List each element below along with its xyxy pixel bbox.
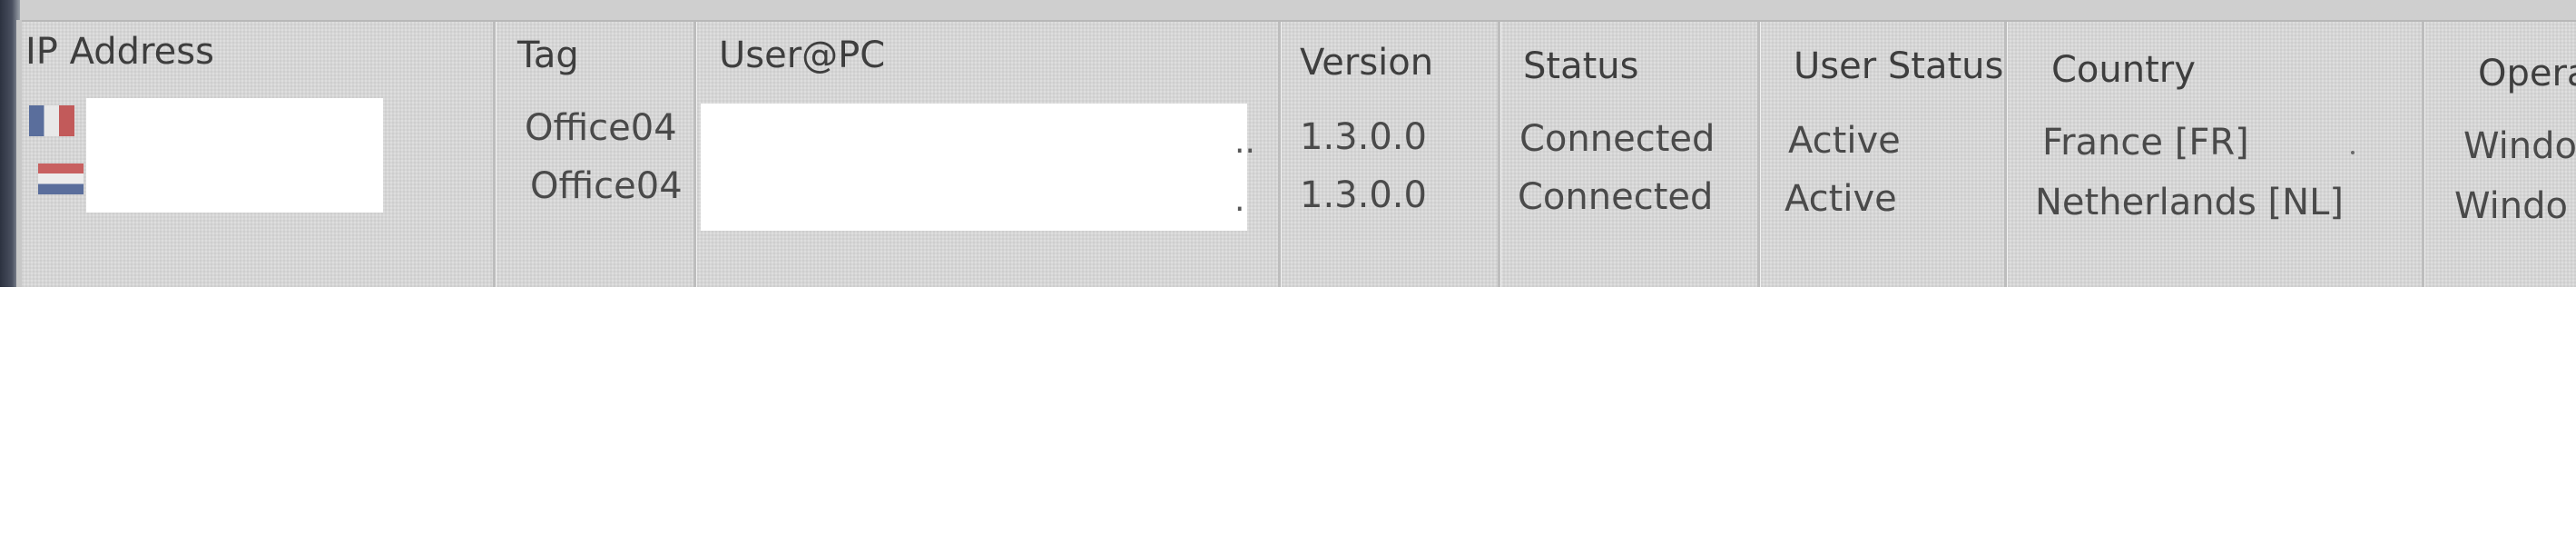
window-top-edge [0,0,2576,22]
header-operating-system[interactable]: Opera [2478,53,2576,94]
version-cell: 1.3.0.0 [1300,174,1427,216]
user-status-cell: Active [1785,178,1897,220]
header-user-pc[interactable]: User@PC [719,35,885,76]
header-user-status[interactable]: User Status [1794,45,2003,87]
user-status-cell: Active [1788,120,1901,162]
column-divider[interactable] [2004,22,2008,287]
redacted-user-pc [701,104,1247,231]
column-divider[interactable] [1498,22,1501,287]
tag-cell: Office04 [530,165,683,207]
column-divider[interactable] [693,22,697,287]
client-list-view[interactable]: IP Address Tag User@PC Version Status Us… [22,22,2576,287]
header-version[interactable]: Version [1300,42,1433,84]
country-cell: France [FR] [2042,122,2249,164]
version-cell: 1.3.0.0 [1300,116,1427,158]
country-cell: Netherlands [NL] [2035,182,2344,223]
column-divider[interactable] [493,22,497,287]
client-list-window: IP Address Tag User@PC Version Status Us… [0,0,2576,287]
status-cell: Connected [1519,118,1716,160]
tag-cell: Office04 [525,107,677,149]
header-country[interactable]: Country [2051,49,2196,91]
header-ip-address[interactable]: IP Address [25,31,214,73]
column-divider[interactable] [2422,22,2425,287]
header-tag[interactable]: Tag [517,35,579,76]
france-flag-icon [29,105,74,136]
column-divider[interactable] [1757,22,1761,287]
column-divider[interactable] [1278,22,1282,287]
operating-system-cell: Windo [2454,185,2568,227]
operating-system-cell: Windo [2463,125,2576,167]
netherlands-flag-icon [38,164,84,194]
header-status[interactable]: Status [1523,45,1638,87]
status-cell: Connected [1518,176,1714,218]
truncation-ellipsis: . [1234,182,1245,219]
truncation-ellipsis: .. [1234,124,1255,161]
redacted-ip-address [86,98,383,213]
